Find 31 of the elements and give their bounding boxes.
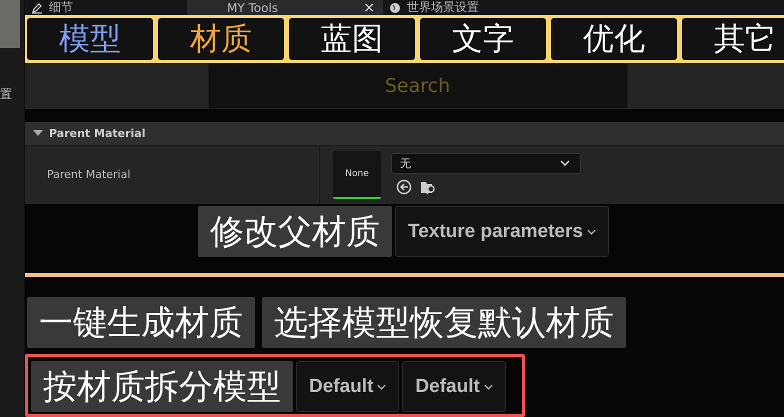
chevron-icon xyxy=(586,228,596,234)
chevron-icon xyxy=(560,160,570,166)
pencil-icon xyxy=(31,2,43,14)
dropdown-button[interactable]: Default xyxy=(296,361,400,412)
action-button[interactable]: 修改父材质 xyxy=(198,206,392,257)
category-tab[interactable]: 模型 xyxy=(27,18,153,60)
close-icon[interactable]: × xyxy=(363,0,375,16)
property-label: Parent Material xyxy=(47,168,130,182)
asset-dropdown[interactable]: 无 xyxy=(391,152,581,174)
panel-tab[interactable]: 细节 xyxy=(25,0,187,16)
chevron-icon xyxy=(484,384,493,390)
chevron-icon xyxy=(377,384,386,390)
panel-tab[interactable]: 世界场景设置 xyxy=(383,0,485,16)
category-tab[interactable]: 文字 xyxy=(420,18,546,60)
category-tab[interactable]: 材质 xyxy=(158,18,284,60)
category-tab[interactable]: 蓝图 xyxy=(289,18,415,60)
panel-tab[interactable]: MY Tools × xyxy=(187,0,383,16)
section-header[interactable]: Parent Material xyxy=(25,122,784,146)
category-tab[interactable]: 其它 xyxy=(682,18,784,60)
action-button[interactable]: 选择模型恢复默认材质 xyxy=(262,297,626,348)
photo-placeholder xyxy=(0,0,20,48)
dropdown-button[interactable]: Texture parameters xyxy=(395,206,609,257)
asset-thumbnail[interactable]: None xyxy=(333,150,381,199)
use-selected-icon[interactable] xyxy=(396,178,412,195)
search-field[interactable]: Search xyxy=(208,62,628,109)
category-tab[interactable]: 优化 xyxy=(551,18,677,60)
dropdown-button[interactable]: Default xyxy=(402,361,506,412)
action-button[interactable]: 按材质拆分模型 xyxy=(31,361,293,412)
action-button[interactable]: 一键生成材质 xyxy=(27,297,255,348)
caret-icon xyxy=(33,130,43,136)
sidebar-label: 置 xyxy=(0,86,12,103)
